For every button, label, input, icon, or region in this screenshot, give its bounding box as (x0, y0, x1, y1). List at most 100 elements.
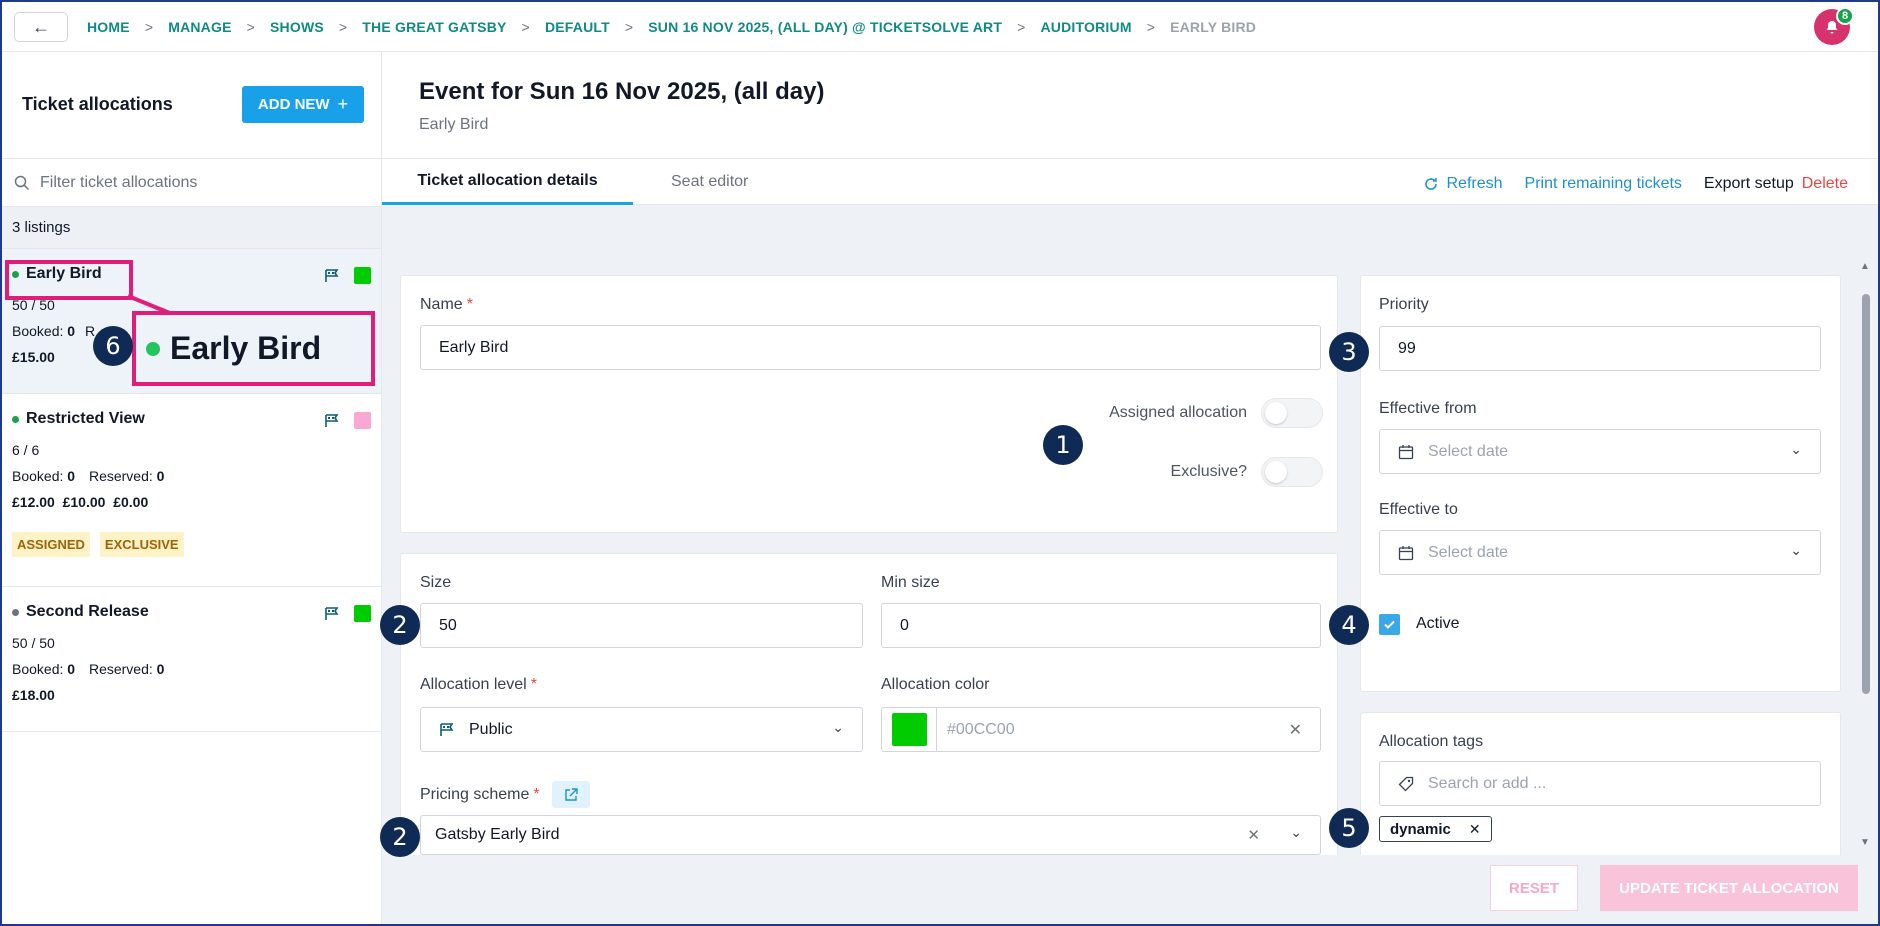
list-item-second-release[interactable]: Second Release 50 / 50 Booked: 0 Reserve… (2, 587, 381, 732)
size-input[interactable]: 50 (420, 603, 863, 648)
chevron-down-icon: ⌄ (1290, 824, 1302, 840)
breadcrumb-default[interactable]: DEFAULT (545, 19, 610, 35)
update-ticket-allocation-button[interactable]: UPDATE TICKET ALLOCATION (1600, 865, 1858, 911)
sidebar-title: Ticket allocations (22, 94, 173, 114)
listing-capacity: 6 / 6 (12, 442, 40, 458)
allocation-level-select[interactable]: Public ⌄ (420, 707, 863, 752)
list-item-restricted-view[interactable]: Restricted View 6 / 6 Booked: 0 Reserved… (2, 394, 381, 587)
remove-tag-icon[interactable]: ✕ (1469, 821, 1481, 838)
listing-icons (324, 267, 371, 284)
flag-icon (325, 606, 339, 620)
priority-input[interactable]: 99 (1379, 326, 1821, 371)
listing-name: Second Release (12, 603, 371, 621)
active-label: Active (1416, 615, 1460, 632)
clear-icon[interactable]: ✕ (1289, 720, 1302, 740)
effective-to-picker[interactable]: Select date ⌄ (1379, 530, 1821, 575)
form-footer: RESET UPDATE TICKET ALLOCATION (382, 855, 1878, 924)
chevron-down-icon: ⌄ (832, 719, 844, 735)
scroll-down-icon[interactable]: ▼ (1860, 837, 1870, 848)
breadcrumb-show[interactable]: THE GREAT GATSBY (362, 19, 506, 35)
booked-label: Booked: (12, 661, 64, 677)
allocation-color-label: Allocation color (881, 676, 990, 693)
page-header: Event for Sun 16 Nov 2025, (all day) Ear… (382, 52, 1878, 159)
active-checkbox[interactable] (1379, 614, 1400, 635)
sidebar: Ticket allocations ADD NEW + Filter tick… (2, 52, 382, 924)
breadcrumb-manage[interactable]: MANAGE (168, 19, 231, 35)
exclusive-toggle[interactable] (1261, 457, 1323, 487)
reserved-label: Reserved: (88, 661, 153, 677)
name-input[interactable]: Early Bird (420, 325, 1321, 370)
name-label: Name * (420, 296, 473, 314)
color-swatch (354, 412, 371, 429)
tag-chip[interactable]: dynamic ✕ (1379, 816, 1492, 842)
tab-ticket-allocation-details[interactable]: Ticket allocation details (382, 159, 633, 205)
annotation-marker-1: 1 (1043, 425, 1083, 465)
allocation-level-value: Public (469, 720, 513, 738)
listing-tags: ASSIGNED EXCLUSIVE (12, 532, 371, 557)
exclusive-label: Exclusive? (1170, 463, 1247, 480)
listing-name: Restricted View (12, 410, 371, 428)
scrollbar-thumb[interactable] (1862, 294, 1870, 694)
breadcrumb-home[interactable]: HOME (87, 19, 130, 35)
page-title: Event for Sun 16 Nov 2025, (all day) (419, 78, 825, 105)
filter-input[interactable]: Filter ticket allocations (2, 159, 381, 207)
reserved-value: 0 (156, 468, 165, 484)
name-label-text: Name (420, 296, 463, 313)
sidebar-header: Ticket allocations ADD NEW + (2, 52, 381, 159)
listing-prices: £18.00 (12, 687, 55, 703)
listing-count: 3 listings (2, 207, 381, 249)
pricing-scheme-label-text: Pricing scheme (420, 785, 530, 803)
listing-icons (324, 605, 371, 622)
priority-label: Priority (1379, 296, 1429, 313)
top-bar: ← HOME > MANAGE > SHOWS > THE GREAT GATS… (2, 2, 1878, 52)
color-preview (882, 708, 937, 751)
color-swatch (354, 267, 371, 284)
notifications-avatar[interactable]: 8 (1814, 7, 1854, 45)
booked-value: 0 (67, 323, 76, 339)
print-remaining-link[interactable]: Print remaining tickets (1525, 175, 1682, 193)
app-window: ← HOME > MANAGE > SHOWS > THE GREAT GATS… (0, 0, 1880, 926)
plus-icon: + (337, 94, 349, 114)
breadcrumb-venue[interactable]: AUDITORIUM (1041, 19, 1132, 35)
allocation-level-label-text: Allocation level (420, 676, 527, 693)
status-dot (12, 415, 19, 423)
breadcrumb-separator: > (246, 19, 256, 35)
breadcrumb-separator: > (1146, 19, 1156, 35)
clear-icon[interactable]: ✕ (1247, 826, 1260, 844)
allocation-level-label: Allocation level * (420, 676, 537, 694)
pricing-scheme-label: Pricing scheme * (420, 781, 590, 808)
back-button[interactable]: ← (14, 12, 68, 42)
annotation-marker-4: 4 (1329, 605, 1369, 645)
add-new-button[interactable]: ADD NEW + (242, 86, 364, 123)
booked-label: Booked: (12, 323, 64, 339)
pricing-scheme-select[interactable]: Gatsby Early Bird ✕ ⌄ (420, 815, 1321, 855)
refresh-link[interactable]: Refresh (1423, 175, 1503, 193)
notification-badge: 8 (1836, 7, 1854, 25)
delete-link[interactable]: Delete (1802, 175, 1848, 193)
reset-button[interactable]: RESET (1490, 865, 1578, 911)
listing-booked: Booked: 0 Reserved: 0 (12, 468, 371, 484)
annotation-marker-3: 3 (1329, 332, 1369, 372)
annotation-marker-5: 5 (1329, 808, 1369, 848)
tab-seat-editor[interactable]: Seat editor (671, 159, 748, 205)
scroll-up-icon[interactable]: ▲ (1860, 261, 1870, 272)
scrollbar[interactable]: ▲ ▼ (1860, 261, 1872, 858)
required-marker: * (466, 296, 473, 313)
breadcrumb-shows[interactable]: SHOWS (270, 19, 324, 35)
breadcrumb-separator: > (1017, 19, 1026, 35)
breadcrumb-separator: > (521, 19, 530, 35)
allocation-color-input[interactable]: #00CC00 ✕ (881, 707, 1321, 752)
highlight-box (5, 260, 133, 300)
annotation-marker-6: 6 (93, 326, 133, 366)
breadcrumb-event[interactable]: SUN 16 NOV 2025, (ALL DAY) @ TICKETSOLVE… (648, 19, 1002, 35)
min-size-input[interactable]: 0 (881, 603, 1321, 648)
effective-from-picker[interactable]: Select date ⌄ (1379, 429, 1821, 474)
export-setup-link[interactable]: Export setup (1704, 175, 1794, 193)
external-link-icon[interactable] (551, 781, 590, 808)
breadcrumb-current: EARLY BIRD (1170, 19, 1257, 35)
assigned-allocation-toggle[interactable] (1261, 398, 1323, 428)
assigned-allocation-label: Assigned allocation (1109, 404, 1247, 421)
color-value: #00CC00 (947, 720, 1015, 738)
booked-value: 0 (67, 468, 76, 484)
tags-search-input[interactable]: Search or add ... (1379, 761, 1821, 806)
